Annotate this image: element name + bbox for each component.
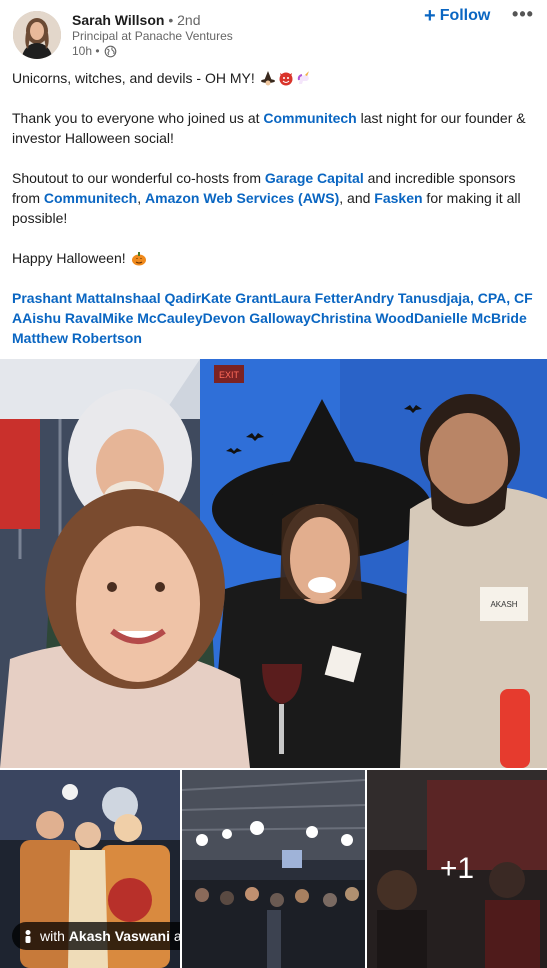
plus-icon: + bbox=[424, 5, 436, 27]
person-icon bbox=[25, 930, 31, 943]
tagged-people[interactable]: Prashant MattaInshaal QadirKate GrantLau… bbox=[12, 288, 537, 348]
follow-button[interactable]: + Follow bbox=[424, 5, 490, 27]
post-text-run: , and bbox=[339, 190, 375, 206]
mention-communitech[interactable]: Communitech bbox=[44, 190, 137, 206]
unicorn-emoji-icon bbox=[297, 71, 309, 84]
mention-aws[interactable]: Amazon Web Services (AWS) bbox=[145, 190, 339, 206]
post-line-4: Happy Halloween! bbox=[12, 250, 126, 266]
devil-emoji-icon bbox=[279, 72, 293, 86]
post-paragraph-2: Thank you to everyone who joined us at C… bbox=[12, 108, 537, 148]
pumpkin-emoji-icon bbox=[131, 252, 146, 266]
tagged-with-pill[interactable]: with Akash Vaswani and 5 others bbox=[12, 922, 180, 950]
avatar[interactable] bbox=[13, 11, 61, 59]
post-text-run: , bbox=[137, 190, 146, 206]
with-text: with Akash Vaswani and 5 others bbox=[40, 928, 180, 944]
thumbnail-2[interactable] bbox=[182, 770, 365, 968]
connection-degree: • 2nd bbox=[168, 12, 201, 28]
thumbnail-1[interactable]: with Akash Vaswani and 5 others bbox=[0, 770, 180, 968]
post-body: Unicorns, witches, and devils - OH MY! T… bbox=[12, 68, 537, 368]
post-line-1: Unicorns, witches, and devils - OH MY! bbox=[12, 70, 255, 86]
photo-thumbnails: with Akash Vaswani and 5 others bbox=[0, 770, 547, 968]
post-meta: 10h • bbox=[72, 44, 117, 59]
author-headline: Principal at Panache Ventures bbox=[72, 29, 233, 43]
post-text-run: Thank you to everyone who joined us at bbox=[12, 110, 264, 126]
name-tag-text: AKASH bbox=[490, 600, 517, 609]
main-photo[interactable]: EXIT AKASH bbox=[0, 359, 547, 768]
author-name[interactable]: Sarah Willson bbox=[72, 12, 164, 28]
thumbnail-3[interactable]: +1 bbox=[367, 770, 547, 968]
exit-sign-text: EXIT bbox=[219, 370, 240, 380]
author-name-line: Sarah Willson • 2nd bbox=[72, 11, 201, 29]
post-header: Sarah Willson • 2nd Principal at Panache… bbox=[0, 0, 547, 64]
post-paragraph-1: Unicorns, witches, and devils - OH MY! bbox=[12, 68, 537, 88]
post-paragraph-3: Shoutout to our wonderful co-hosts from … bbox=[12, 168, 537, 228]
post-time: 10h • bbox=[72, 44, 100, 58]
post-paragraph-4: Happy Halloween! bbox=[12, 248, 537, 268]
post-text-run: Shoutout to our wonderful co-hosts from bbox=[12, 170, 265, 186]
witch-emoji-icon bbox=[260, 71, 275, 86]
more-options-button[interactable]: ••• bbox=[512, 5, 534, 26]
mention-communitech[interactable]: Communitech bbox=[263, 110, 356, 126]
mention-fasken[interactable]: Fasken bbox=[374, 190, 422, 206]
follow-label: Follow bbox=[439, 7, 491, 24]
globe-icon bbox=[104, 45, 116, 58]
mention-garage-capital[interactable]: Garage Capital bbox=[265, 170, 364, 186]
more-photos-count: +1 bbox=[439, 852, 475, 885]
tagged-person-name: Akash Vaswani bbox=[68, 928, 170, 944]
